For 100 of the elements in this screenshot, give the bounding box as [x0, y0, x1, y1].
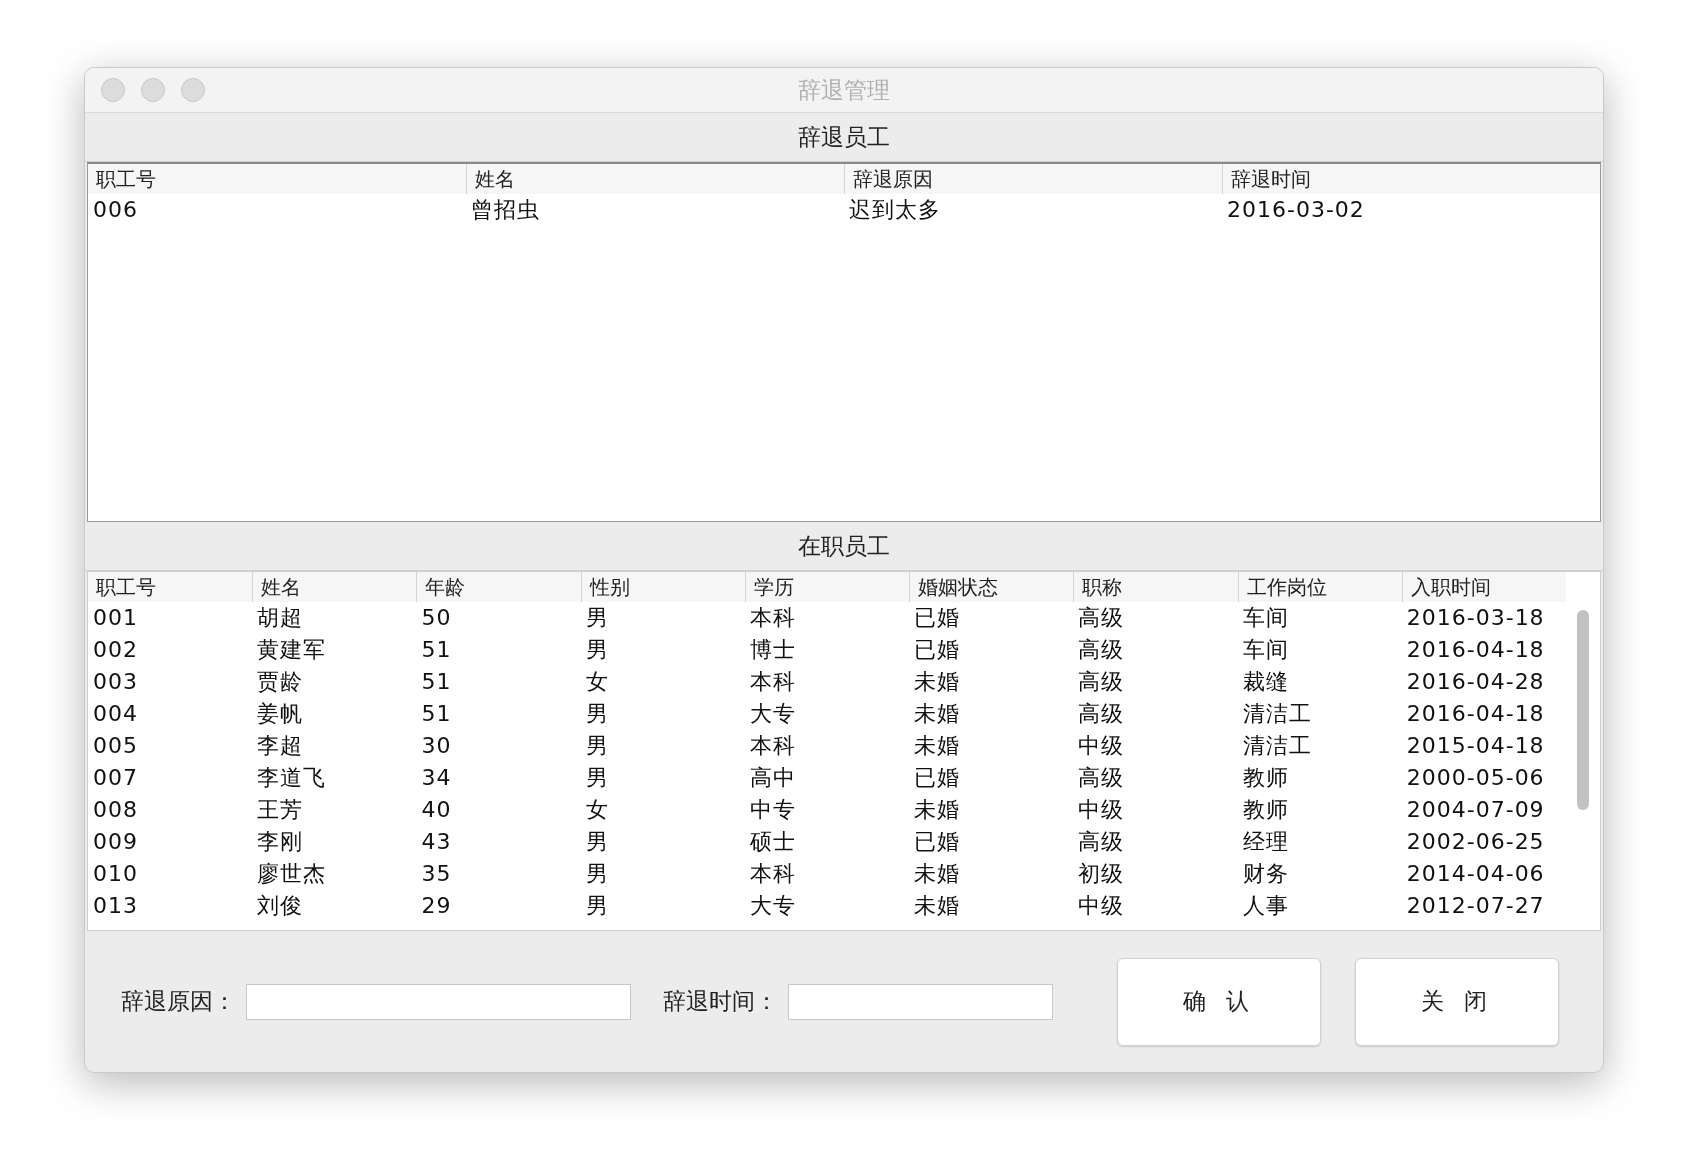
table-cell-text: 35 — [420, 860, 453, 888]
table-cell-text: 51 — [420, 700, 453, 728]
section-title: 辞退员工 — [798, 122, 890, 152]
table-cell-text: 李刚 — [256, 828, 305, 856]
table-cell-text: 51 — [420, 636, 453, 664]
column-header[interactable]: 入职时间 — [1401, 572, 1566, 602]
table-cell-text: 中级 — [1077, 796, 1126, 824]
table-cell-text: 2002-06-25 — [1405, 828, 1546, 856]
table-cell-text: 已婚 — [913, 828, 962, 856]
column-header[interactable]: 职工号 — [88, 164, 466, 194]
table-cell-text: 2016-04-18 — [1405, 700, 1546, 728]
table-cell-text: 车间 — [1241, 636, 1290, 664]
table-cell-text: 本科 — [748, 668, 797, 696]
table-cell-text: 中级 — [1077, 892, 1126, 920]
table-cell-text: 已婚 — [913, 636, 962, 664]
table-cell-text: 高级 — [1077, 700, 1126, 728]
table-cell-text: 高级 — [1077, 604, 1126, 632]
table-cell-text: 已婚 — [913, 604, 962, 632]
table-cell-text: 本科 — [748, 732, 797, 760]
table-cell-text: 50 — [420, 604, 453, 632]
table-cell-text: 人事 — [1241, 892, 1290, 920]
column-header[interactable]: 工作岗位 — [1237, 572, 1402, 602]
table-cell-text: 男 — [584, 764, 610, 792]
column-header[interactable]: 辞退时间 — [1222, 164, 1600, 194]
table-cell-text: 29 — [420, 892, 453, 920]
window-title: 辞退管理 — [798, 75, 890, 105]
table-cell-text: 未婚 — [913, 732, 962, 760]
table-cell-text: 未婚 — [913, 892, 962, 920]
column-header[interactable]: 姓名 — [252, 572, 417, 602]
table-cell-text: 初级 — [1077, 860, 1126, 888]
table-cell-text: 经理 — [1241, 828, 1290, 856]
table-cell-text: 2012-07-27 — [1405, 892, 1546, 920]
table-cell-text: 013 — [92, 892, 139, 920]
table-cell-text: 男 — [584, 604, 610, 632]
dialog-button[interactable]: 确 认 — [1117, 957, 1321, 1046]
table-cell-text: 廖世杰 — [256, 860, 328, 888]
table-cell-text: 34 — [420, 764, 453, 792]
table-cell-text: 43 — [420, 828, 453, 856]
table-cell-text: 裁缝 — [1241, 668, 1290, 696]
table-cell-text: 博士 — [748, 636, 797, 664]
table-cell-text: 硕士 — [748, 828, 797, 856]
column-header[interactable]: 学历 — [744, 572, 910, 602]
input-field[interactable] — [788, 983, 1053, 1020]
table-cell-text: 大专 — [748, 700, 797, 728]
table-cell-text: 中级 — [1077, 732, 1126, 760]
table-cell-text: 008 — [92, 796, 139, 824]
close-icon[interactable] — [101, 78, 125, 102]
table-cell-text: 迟到太多 — [848, 196, 942, 224]
column-header[interactable]: 婚姻状态 — [909, 572, 1074, 602]
table-cell-text: 王芳 — [256, 796, 305, 824]
table-cell-text: 高中 — [748, 764, 797, 792]
column-header[interactable]: 姓名 — [466, 164, 844, 194]
table-cell-text: 30 — [420, 732, 453, 760]
table-cell-text: 财务 — [1241, 860, 1290, 888]
column-header[interactable]: 性别 — [580, 572, 745, 602]
table-cell-text: 已婚 — [913, 764, 962, 792]
table-cell-text: 004 — [92, 700, 139, 728]
table-cell-text: 贾龄 — [256, 668, 305, 696]
table-cell-text: 003 — [92, 668, 139, 696]
table-cell-text: 李道飞 — [256, 764, 328, 792]
column-header[interactable]: 职工号 — [88, 572, 253, 602]
table-cell-text: 男 — [584, 636, 610, 664]
dialog-button[interactable]: 关 闭 — [1355, 957, 1559, 1046]
table-cell-text: 2016-03-02 — [1226, 196, 1366, 224]
table-cell-text: 清洁工 — [1241, 700, 1313, 728]
table-cell-text: 女 — [584, 668, 610, 696]
scrollbar-thumb[interactable] — [1577, 610, 1589, 810]
field-label: 辞退时间： — [663, 987, 778, 1016]
table-cell-text: 女 — [584, 796, 610, 824]
column-header[interactable]: 年龄 — [416, 572, 581, 602]
table-cell-text: 2015-04-18 — [1405, 732, 1546, 760]
table-cell-text: 010 — [92, 860, 139, 888]
table-cell-text: 2016-04-18 — [1405, 636, 1546, 664]
table-cell-text: 姜帆 — [256, 700, 305, 728]
minimize-icon[interactable] — [141, 78, 165, 102]
table-cell-text: 002 — [92, 636, 139, 664]
table-cell-text: 教师 — [1241, 796, 1290, 824]
section-title: 在职员工 — [798, 531, 890, 561]
table-cell-text: 胡超 — [256, 604, 305, 632]
table-cell-text: 刘俊 — [256, 892, 305, 920]
table-cell-text: 2014-04-06 — [1405, 860, 1546, 888]
table-cell-text: 未婚 — [913, 796, 962, 824]
table-cell-text: 001 — [92, 604, 139, 632]
table-cell-text: 005 — [92, 732, 139, 760]
table-cell-text: 男 — [584, 700, 610, 728]
table-cell-text: 男 — [584, 892, 610, 920]
table-cell-text: 车间 — [1241, 604, 1290, 632]
table-cell-text: 高级 — [1077, 828, 1126, 856]
table-cell-text: 40 — [420, 796, 453, 824]
table-cell-text: 男 — [584, 732, 610, 760]
table-cell-text: 教师 — [1241, 764, 1290, 792]
column-header[interactable]: 辞退原因 — [844, 164, 1222, 194]
table-cell-text: 2016-03-18 — [1405, 604, 1546, 632]
maximize-icon[interactable] — [181, 78, 205, 102]
table-cell-text: 009 — [92, 828, 139, 856]
table-cell-text: 大专 — [748, 892, 797, 920]
input-field[interactable] — [246, 983, 631, 1020]
table-cell-text: 2016-04-28 — [1405, 668, 1546, 696]
column-header[interactable]: 职称 — [1073, 572, 1238, 602]
table-cell-text: 曾招虫 — [470, 196, 541, 224]
